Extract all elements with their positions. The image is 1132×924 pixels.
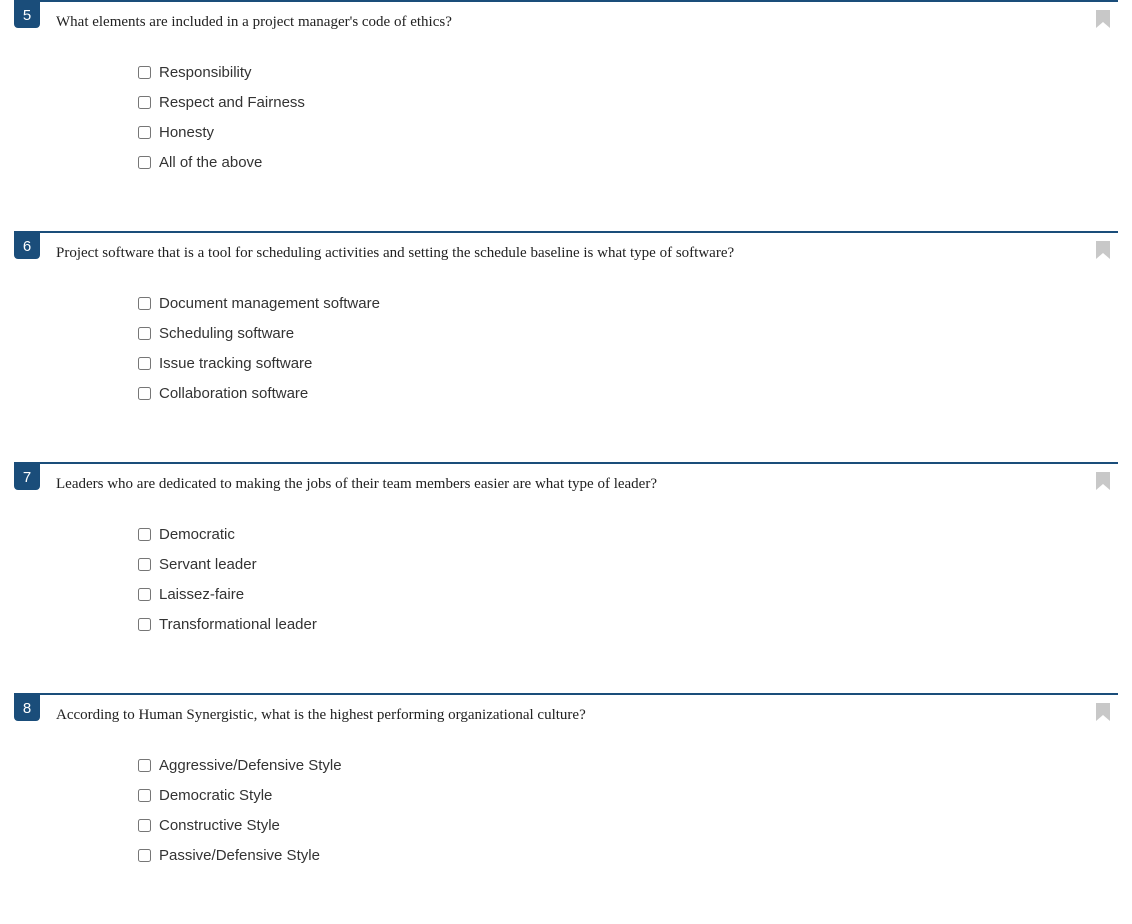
option-checkbox[interactable] [138, 528, 151, 541]
options-list: Democratic Servant leader Laissez-faire … [14, 505, 1118, 653]
option-item[interactable]: Democratic [138, 523, 1118, 545]
option-checkbox[interactable] [138, 588, 151, 601]
question-header: 7 Leaders who are dedicated to making th… [14, 462, 1118, 505]
option-label: Laissez-faire [159, 583, 244, 605]
question-block: 6 Project software that is a tool for sc… [14, 231, 1118, 422]
bookmark-icon[interactable] [1096, 241, 1110, 259]
option-checkbox[interactable] [138, 126, 151, 139]
option-label: Scheduling software [159, 322, 294, 344]
question-block: 8 According to Human Synergistic, what i… [14, 693, 1118, 884]
option-label: Aggressive/Defensive Style [159, 754, 342, 776]
option-item[interactable]: Servant leader [138, 553, 1118, 575]
option-label: Transformational leader [159, 613, 317, 635]
option-checkbox[interactable] [138, 849, 151, 862]
option-checkbox[interactable] [138, 66, 151, 79]
option-checkbox[interactable] [138, 558, 151, 571]
option-item[interactable]: Issue tracking software [138, 352, 1118, 374]
option-checkbox[interactable] [138, 96, 151, 109]
question-number: 8 [14, 695, 40, 721]
question-number: 5 [14, 2, 40, 28]
option-checkbox[interactable] [138, 819, 151, 832]
option-checkbox[interactable] [138, 618, 151, 631]
question-text: What elements are included in a project … [40, 2, 1118, 43]
option-item[interactable]: Document management software [138, 292, 1118, 314]
option-label: Servant leader [159, 553, 257, 575]
options-list: Document management software Scheduling … [14, 274, 1118, 422]
options-list: Responsibility Respect and Fairness Hone… [14, 43, 1118, 191]
bookmark-icon[interactable] [1096, 703, 1110, 721]
option-checkbox[interactable] [138, 156, 151, 169]
option-label: Respect and Fairness [159, 91, 305, 113]
option-label: Democratic Style [159, 784, 272, 806]
question-header: 6 Project software that is a tool for sc… [14, 231, 1118, 274]
option-item[interactable]: Collaboration software [138, 382, 1118, 404]
option-checkbox[interactable] [138, 387, 151, 400]
option-label: Document management software [159, 292, 380, 314]
bookmark-icon[interactable] [1096, 10, 1110, 28]
option-item[interactable]: Responsibility [138, 61, 1118, 83]
option-item[interactable]: All of the above [138, 151, 1118, 173]
question-text: Leaders who are dedicated to making the … [40, 464, 1118, 505]
options-list: Aggressive/Defensive Style Democratic St… [14, 736, 1118, 884]
option-item[interactable]: Scheduling software [138, 322, 1118, 344]
option-item[interactable]: Transformational leader [138, 613, 1118, 635]
option-label: Passive/Defensive Style [159, 844, 320, 866]
bookmark-icon[interactable] [1096, 472, 1110, 490]
question-number: 6 [14, 233, 40, 259]
question-header: 8 According to Human Synergistic, what i… [14, 693, 1118, 736]
option-checkbox[interactable] [138, 759, 151, 772]
option-item[interactable]: Respect and Fairness [138, 91, 1118, 113]
question-block: 5 What elements are included in a projec… [14, 0, 1118, 191]
question-number: 7 [14, 464, 40, 490]
option-item[interactable]: Aggressive/Defensive Style [138, 754, 1118, 776]
option-item[interactable]: Democratic Style [138, 784, 1118, 806]
option-label: Collaboration software [159, 382, 308, 404]
question-text: Project software that is a tool for sche… [40, 233, 1118, 274]
option-item[interactable]: Passive/Defensive Style [138, 844, 1118, 866]
option-item[interactable]: Constructive Style [138, 814, 1118, 836]
option-item[interactable]: Laissez-faire [138, 583, 1118, 605]
question-block: 7 Leaders who are dedicated to making th… [14, 462, 1118, 653]
option-label: Democratic [159, 523, 235, 545]
option-checkbox[interactable] [138, 789, 151, 802]
question-header: 5 What elements are included in a projec… [14, 0, 1118, 43]
option-label: All of the above [159, 151, 262, 173]
option-checkbox[interactable] [138, 357, 151, 370]
question-text: According to Human Synergistic, what is … [40, 695, 1118, 736]
quiz-container: 5 What elements are included in a projec… [0, 0, 1132, 884]
option-label: Constructive Style [159, 814, 280, 836]
option-label: Responsibility [159, 61, 252, 83]
option-checkbox[interactable] [138, 297, 151, 310]
option-item[interactable]: Honesty [138, 121, 1118, 143]
option-checkbox[interactable] [138, 327, 151, 340]
option-label: Honesty [159, 121, 214, 143]
option-label: Issue tracking software [159, 352, 312, 374]
